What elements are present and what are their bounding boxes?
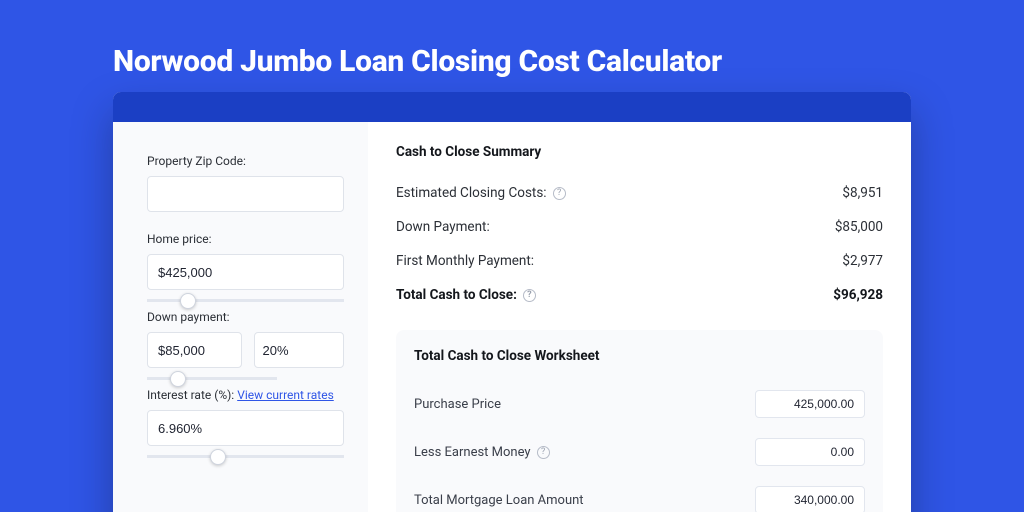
- summary-total-label: Total Cash to Close:: [396, 287, 517, 303]
- zip-label: Property Zip Code:: [147, 154, 344, 168]
- help-icon[interactable]: ?: [553, 187, 566, 200]
- section-divider: [396, 312, 883, 330]
- home-price-group: Home price:: [147, 232, 344, 290]
- home-price-input[interactable]: [147, 254, 344, 290]
- summary-row-closing-costs: Estimated Closing Costs: ? $8,951: [396, 176, 883, 210]
- summary-row-first-monthly: First Monthly Payment: $2,977: [396, 244, 883, 278]
- down-payment-label: Down payment:: [147, 310, 344, 324]
- help-icon[interactable]: ?: [523, 289, 536, 302]
- worksheet-purchase-price-input[interactable]: [755, 390, 865, 418]
- results-panel: Cash to Close Summary Estimated Closing …: [368, 122, 911, 512]
- summary-label: Down Payment:: [396, 219, 490, 235]
- interest-rate-slider[interactable]: [147, 455, 344, 458]
- summary-value: $8,951: [842, 185, 883, 201]
- worksheet-row-earnest-money: Less Earnest Money ?: [414, 428, 865, 476]
- home-price-slider[interactable]: [147, 299, 344, 302]
- page-background: Norwood Jumbo Loan Closing Cost Calculat…: [0, 0, 1024, 512]
- worksheet-title: Total Cash to Close Worksheet: [414, 348, 865, 364]
- worksheet-loan-amount-input[interactable]: [755, 486, 865, 512]
- worksheet-label: Total Mortgage Loan Amount: [414, 493, 584, 508]
- worksheet-earnest-money-input[interactable]: [755, 438, 865, 466]
- interest-rate-group: Interest rate (%): View current rates: [147, 388, 344, 446]
- zip-group: Property Zip Code:: [147, 154, 344, 212]
- calculator-card: Property Zip Code: Home price: Down paym…: [113, 92, 911, 512]
- down-payment-percent-input[interactable]: [254, 332, 345, 368]
- summary-label: First Monthly Payment:: [396, 253, 534, 269]
- worksheet-row-purchase-price: Purchase Price: [414, 380, 865, 428]
- worksheet-label: Less Earnest Money: [414, 445, 531, 460]
- summary-value: $2,977: [842, 253, 883, 269]
- input-panel: Property Zip Code: Home price: Down paym…: [113, 122, 368, 512]
- interest-rate-input[interactable]: [147, 410, 344, 446]
- worksheet-row-loan-amount: Total Mortgage Loan Amount: [414, 476, 865, 512]
- down-payment-slider[interactable]: [147, 377, 277, 380]
- worksheet-panel: Total Cash to Close Worksheet Purchase P…: [396, 330, 883, 512]
- page-title: Norwood Jumbo Loan Closing Cost Calculat…: [113, 44, 722, 79]
- home-price-label: Home price:: [147, 232, 344, 246]
- down-payment-group: Down payment:: [147, 310, 344, 368]
- summary-row-down-payment: Down Payment: $85,000: [396, 210, 883, 244]
- help-icon[interactable]: ?: [537, 446, 550, 459]
- interest-rate-label-text: Interest rate (%):: [147, 388, 234, 402]
- card-header-bar: [113, 92, 911, 122]
- summary-row-total: Total Cash to Close: ? $96,928: [396, 278, 883, 312]
- summary-total-value: $96,928: [833, 287, 883, 303]
- summary-label: Estimated Closing Costs:: [396, 185, 547, 201]
- worksheet-label: Purchase Price: [414, 397, 501, 412]
- summary-title: Cash to Close Summary: [396, 144, 883, 160]
- card-body: Property Zip Code: Home price: Down paym…: [113, 122, 911, 512]
- down-payment-amount-input[interactable]: [147, 332, 242, 368]
- interest-rate-label: Interest rate (%): View current rates: [147, 388, 344, 402]
- zip-input[interactable]: [147, 176, 344, 212]
- view-rates-link[interactable]: View current rates: [237, 388, 334, 402]
- summary-value: $85,000: [835, 219, 883, 235]
